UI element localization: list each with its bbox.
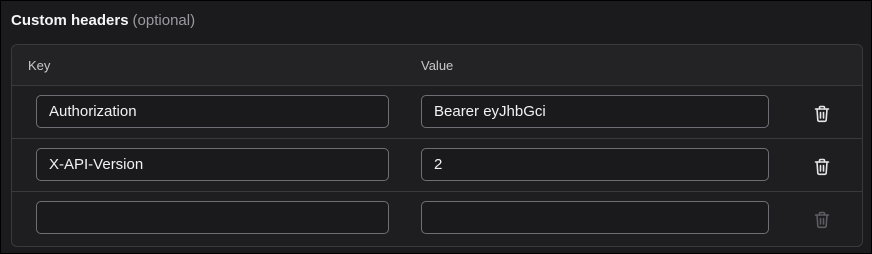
- header-key-input[interactable]: [36, 201, 389, 234]
- table-header: Key Value: [12, 45, 862, 86]
- trash-icon: [814, 211, 832, 229]
- trash-icon[interactable]: [814, 158, 832, 176]
- header-key-input[interactable]: [36, 95, 389, 128]
- section-title-label: Custom headers: [11, 12, 129, 29]
- table-row: [12, 192, 862, 244]
- column-header-key: Key: [28, 58, 51, 73]
- custom-headers-panel: Custom headers (optional) Key Value: [0, 0, 872, 254]
- column-header-value: Value: [421, 58, 454, 73]
- header-value-input[interactable]: [421, 148, 769, 181]
- trash-icon[interactable]: [814, 105, 832, 123]
- optional-note: (optional): [132, 12, 196, 29]
- table-row: [12, 86, 862, 139]
- headers-table: Key Value: [11, 44, 863, 247]
- table-row: [12, 139, 862, 192]
- section-title: Custom headers (optional): [11, 12, 195, 30]
- header-key-input[interactable]: [36, 148, 389, 181]
- header-value-input[interactable]: [421, 95, 769, 128]
- header-value-input[interactable]: [421, 201, 769, 234]
